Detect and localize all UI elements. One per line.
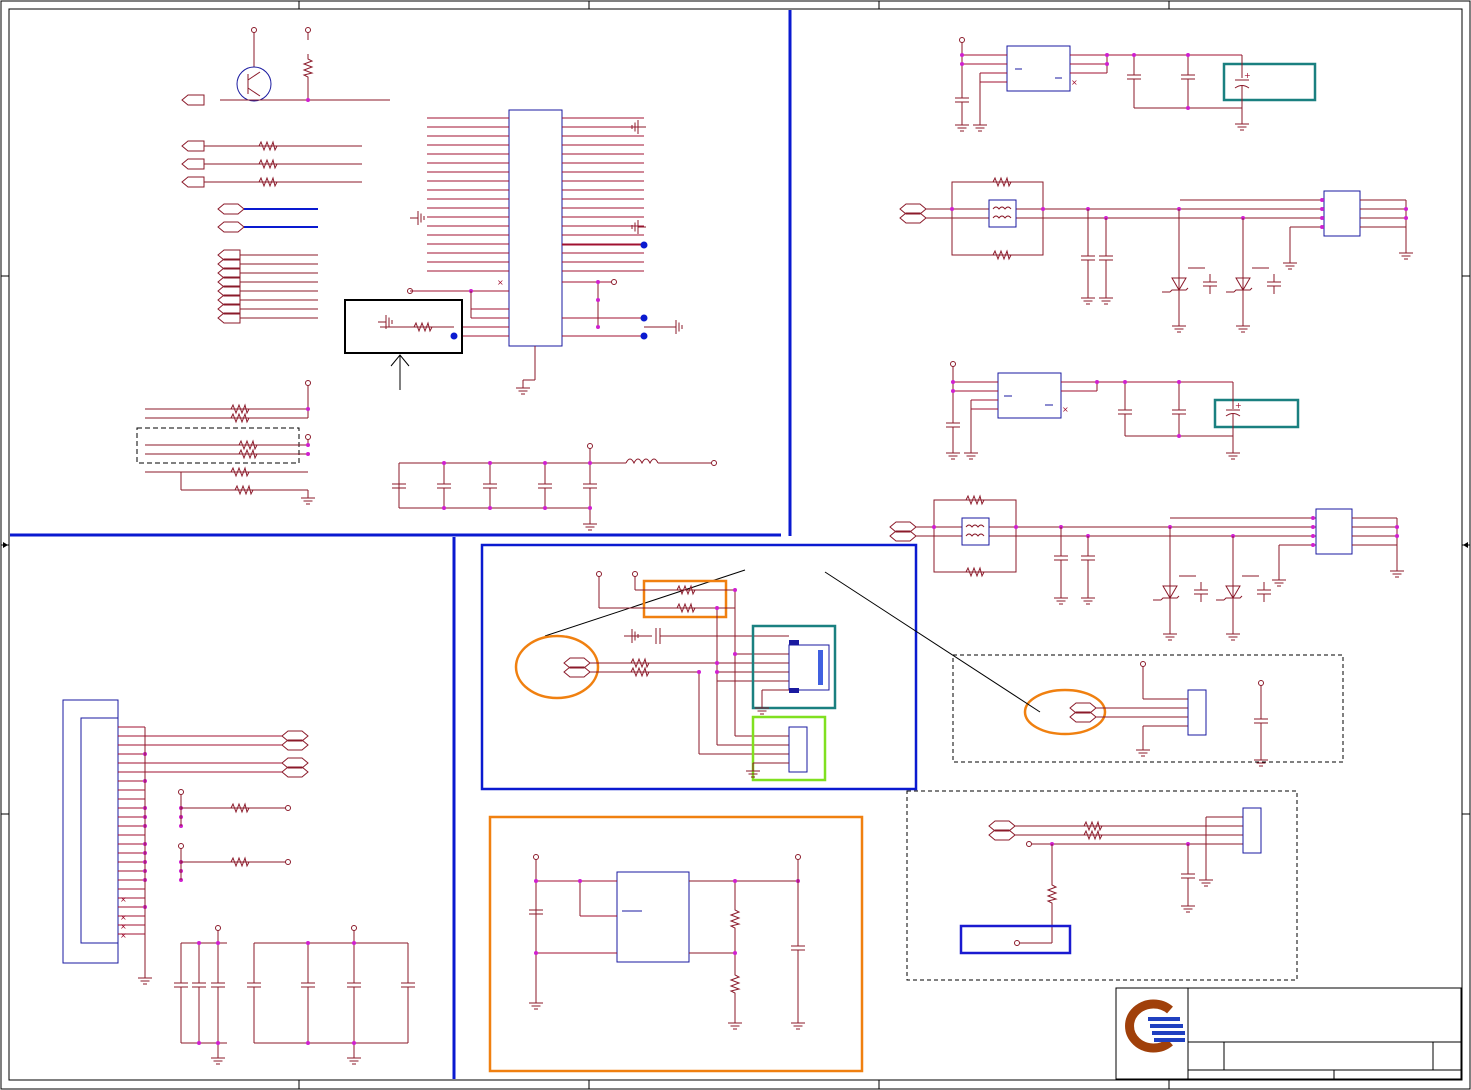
svg-text:×: × — [1071, 78, 1078, 87]
bidir-signal-group — [217, 203, 318, 324]
interface-block — [480, 543, 1041, 791]
svg-text:+: + — [1244, 71, 1251, 80]
svg-text:×: × — [120, 913, 127, 922]
schematic-sheet: × × + × + × × × × — [0, 0, 1471, 1090]
svg-text:×: × — [120, 922, 127, 931]
svg-text:+: + — [1235, 401, 1242, 410]
svg-text:×: × — [1062, 405, 1069, 414]
main-ic: × — [407, 109, 683, 395]
inductor-symbol — [625, 458, 659, 465]
pull-up-resistor-group — [136, 380, 316, 505]
series-resistors-top-left — [181, 140, 362, 188]
svg-text:×: × — [120, 931, 127, 940]
regulator-2: × + — [945, 361, 1300, 460]
choke-connector-2 — [889, 495, 1405, 641]
title-block — [1115, 987, 1462, 1080]
decoupling-caps-top — [391, 443, 717, 531]
choke-connector-1 — [899, 177, 1414, 333]
decoupling-caps-bottom-left — [173, 925, 416, 1065]
dashed-connector-block-a — [952, 654, 1344, 767]
regulator-1: × + — [954, 37, 1317, 132]
connector-symbol — [1323, 190, 1361, 237]
dashed-connector-block-b — [906, 790, 1298, 981]
svg-text:×: × — [120, 895, 127, 904]
transistor-stage — [181, 27, 390, 106]
transistor-symbol — [236, 66, 272, 102]
company-logo — [1125, 999, 1185, 1053]
svg-text:×: × — [497, 278, 504, 287]
regulator-3-block — [488, 815, 864, 1073]
edge-connector: × × × × — [62, 699, 309, 985]
callout-box — [344, 299, 463, 390]
